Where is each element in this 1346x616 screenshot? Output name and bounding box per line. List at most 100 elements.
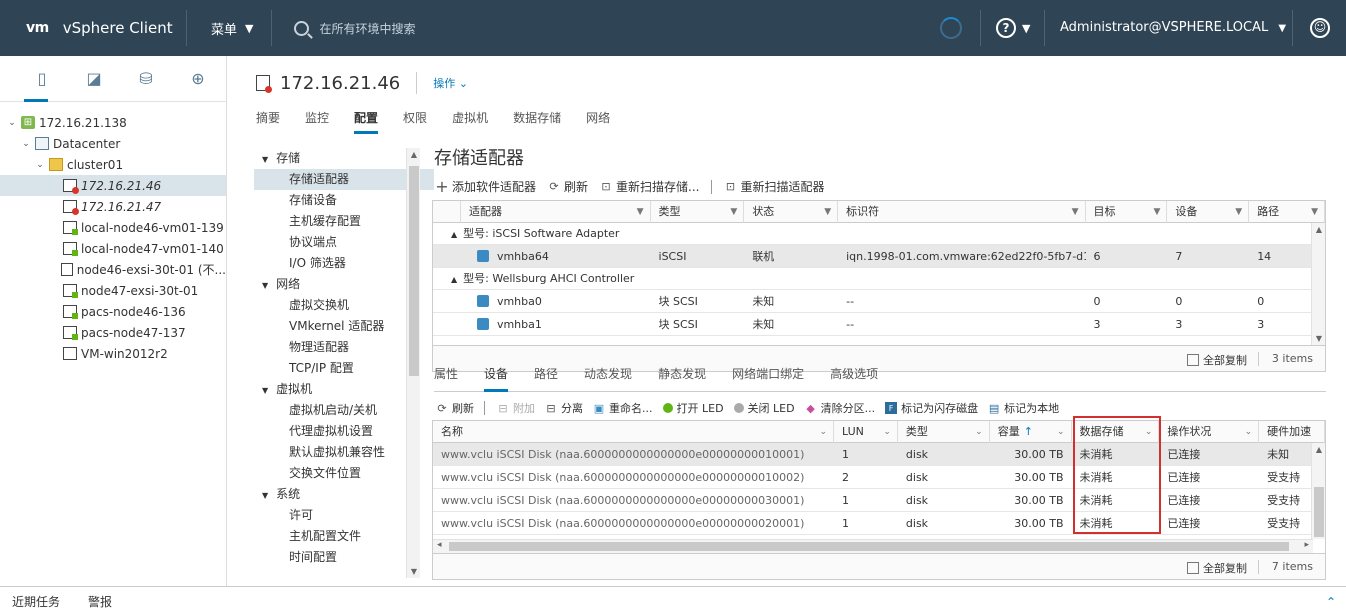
table-row[interactable]: www.vclu iSCSI Disk (naa.600000000000000… [433, 489, 1325, 512]
tree-item[interactable]: 172.16.21.47 [0, 196, 226, 217]
tab-6[interactable]: 网络 [586, 108, 610, 134]
devices-horizontal-scrollbar[interactable]: ◂ ▸ [433, 539, 1313, 553]
chevron-down-icon[interactable]: ⌄ [1245, 421, 1253, 443]
adapters-grid-scrollbar[interactable]: ▲ ▼ [1311, 223, 1325, 345]
actions-menu[interactable]: 操作 ⌄ [433, 75, 468, 91]
scroll-up-icon[interactable]: ▲ [1312, 445, 1325, 454]
column-header[interactable]: 目标 ▼ [1086, 201, 1168, 223]
scroll-thumb[interactable] [409, 166, 419, 376]
subtab-0[interactable]: 属性 [434, 364, 458, 392]
scroll-up-icon[interactable]: ▲ [407, 150, 421, 159]
tree-item[interactable]: ⌄ Datacenter [0, 133, 226, 154]
tree-item[interactable]: node46-exsi-30t-01 (不... [0, 259, 226, 280]
table-row[interactable]: vmhba64 iSCSI 联机 iqn.1998-01.com.vmware:62e… [433, 245, 1325, 268]
refresh-button[interactable]: ⟳ 刷新 [548, 178, 588, 195]
scroll-right-icon[interactable]: ▸ [1304, 540, 1309, 550]
table-row[interactable]: www.vclu iSCSI Disk (naa.600000000000000… [433, 512, 1325, 535]
tab-0[interactable]: 摘要 [256, 108, 280, 134]
attach-button[interactable]: ⊟ 附加 [497, 400, 535, 416]
filter-icon[interactable]: ▼ [1072, 201, 1079, 223]
detach-button[interactable]: ⊟ 分离 [545, 400, 583, 416]
column-header[interactable]: LUN ⌄ [834, 421, 898, 443]
chevron-down-icon[interactable]: ⌄ [883, 421, 891, 443]
tree-item[interactable]: ⌄ ⊞ 172.16.21.138 [0, 112, 226, 133]
scroll-thumb[interactable] [449, 542, 1289, 551]
column-header[interactable]: 操作状况 ⌄ [1159, 421, 1260, 443]
subtab-1[interactable]: 设备 [484, 364, 509, 392]
settings-scrollbar[interactable]: ▲ ▼ [406, 148, 420, 578]
app-logo[interactable]: vm vSphere Client [0, 0, 186, 56]
collapse-triangle-icon[interactable]: ▲ [451, 275, 457, 284]
storage-icon[interactable]: ⛁ [120, 56, 172, 102]
mark-local-button[interactable]: ▤ 标记为本地 [988, 400, 1059, 416]
user-menu[interactable]: Administrator@VSPHERE.LOCAL ▼ [1060, 20, 1286, 35]
tab-4[interactable]: 虚拟机 [452, 108, 488, 134]
tab-3[interactable]: 权限 [403, 108, 427, 134]
column-header[interactable]: 标识符 ▼ [838, 201, 1086, 223]
hosts-clusters-icon[interactable]: ▯ [16, 56, 68, 102]
collapse-triangle-icon[interactable]: ▲ [451, 230, 457, 239]
expand-chevron-icon[interactable]: ⌄ [6, 118, 18, 128]
column-header[interactable]: 状态 ▼ [744, 201, 839, 223]
subtab-5[interactable]: 网络端口绑定 [732, 364, 804, 392]
subtab-3[interactable]: 动态发现 [584, 364, 632, 392]
rename-button[interactable]: ▣ 重命名... [593, 400, 653, 416]
led-off-button[interactable]: 关闭 LED [733, 400, 795, 416]
filter-icon[interactable]: ▼ [637, 201, 644, 223]
devices-grid-scrollbar[interactable]: ▲ [1311, 443, 1325, 539]
tree-item[interactable]: ⌄ cluster01 [0, 154, 226, 175]
alarms-tab[interactable]: 警报 [88, 593, 112, 610]
group-row[interactable]: ▲ 型号: Wellsburg AHCI Controller [433, 268, 1325, 290]
scroll-up-icon[interactable]: ▲ [1312, 225, 1325, 234]
scroll-down-icon[interactable]: ▼ [407, 567, 421, 576]
filter-icon[interactable]: ▼ [1153, 201, 1160, 223]
subtab-4[interactable]: 静态发现 [658, 364, 706, 392]
device-refresh-button[interactable]: ⟳ 刷新 [436, 400, 474, 416]
column-header[interactable]: 名称 ⌄ [433, 421, 835, 443]
column-header[interactable]: 适配器 ▼ [461, 201, 651, 223]
subtab-2[interactable]: 路径 [534, 364, 558, 392]
chevron-down-icon[interactable]: ⌄ [1057, 421, 1065, 443]
group-row[interactable]: ▲ 型号: iSCSI Software Adapter [433, 223, 1325, 245]
rescan-storage-button[interactable]: ⊡ 重新扫描存储... [600, 178, 699, 195]
rescan-adapter-button[interactable]: ⊡ 重新扫描适配器 [724, 178, 825, 195]
column-header[interactable]: 类型 ▼ [651, 201, 745, 223]
expand-panel-icon[interactable]: ⌃ [1326, 595, 1336, 609]
filter-icon[interactable]: ▼ [730, 201, 737, 223]
tree-item[interactable]: pacs-node46-136 [0, 301, 226, 322]
tab-5[interactable]: 数据存储 [513, 108, 561, 134]
feedback-smiley-icon[interactable]: ☺ [1310, 18, 1330, 38]
global-search-input[interactable]: 在所有环境中搜索 [272, 0, 892, 56]
table-row[interactable]: vmhba0 块 SCSI 未知 -- 0 0 0 [433, 290, 1325, 313]
column-header[interactable]: 路径 ▼ [1249, 201, 1325, 223]
subtab-6[interactable]: 高级选项 [830, 364, 878, 392]
mark-flash-button[interactable]: F 标记为闪存磁盘 [885, 400, 978, 416]
scroll-thumb[interactable] [1314, 487, 1324, 537]
tree-item[interactable]: VM-win2012r2 [0, 343, 226, 364]
scroll-down-icon[interactable]: ▼ [1312, 334, 1325, 343]
table-row[interactable]: www.vclu iSCSI Disk (naa.600000000000000… [433, 466, 1325, 489]
clear-partitions-button[interactable]: ◆ 清除分区... [805, 400, 875, 416]
chevron-down-icon[interactable]: ⌄ [975, 421, 983, 443]
tree-item[interactable]: local-node47-vm01-140 [0, 238, 226, 259]
expand-chevron-icon[interactable]: ⌄ [34, 160, 46, 170]
expand-chevron-icon[interactable]: ⌄ [20, 139, 32, 149]
tree-item[interactable]: node47-exsi-30t-01 [0, 280, 226, 301]
menu-button[interactable]: 菜单 ▼ [187, 0, 271, 56]
column-header[interactable]: 硬件加速 [1259, 421, 1325, 443]
recent-tasks-tab[interactable]: 近期任务 [12, 593, 60, 610]
add-software-adapter-button[interactable]: + 添加软件适配器 [435, 177, 536, 196]
vms-templates-icon[interactable]: ◪ [68, 56, 120, 102]
column-header[interactable]: 容量 ↑ ⌄ [990, 421, 1072, 443]
chevron-down-icon[interactable]: ⌄ [820, 421, 828, 443]
copy-all-button[interactable]: 全部复制 [1187, 560, 1247, 576]
tab-1[interactable]: 监控 [305, 108, 329, 134]
tree-item[interactable]: 172.16.21.46 [0, 175, 226, 196]
table-row[interactable]: www.vclu iSCSI Disk (naa.600000000000000… [433, 443, 1325, 466]
led-on-button[interactable]: 打开 LED [662, 400, 724, 416]
help-menu[interactable]: ? ▼ [996, 18, 1030, 38]
filter-icon[interactable]: ▼ [1235, 201, 1242, 223]
filter-icon[interactable]: ▼ [1311, 201, 1318, 223]
networking-icon[interactable]: ⊕ [172, 56, 224, 102]
tree-item[interactable]: local-node46-vm01-139 [0, 217, 226, 238]
